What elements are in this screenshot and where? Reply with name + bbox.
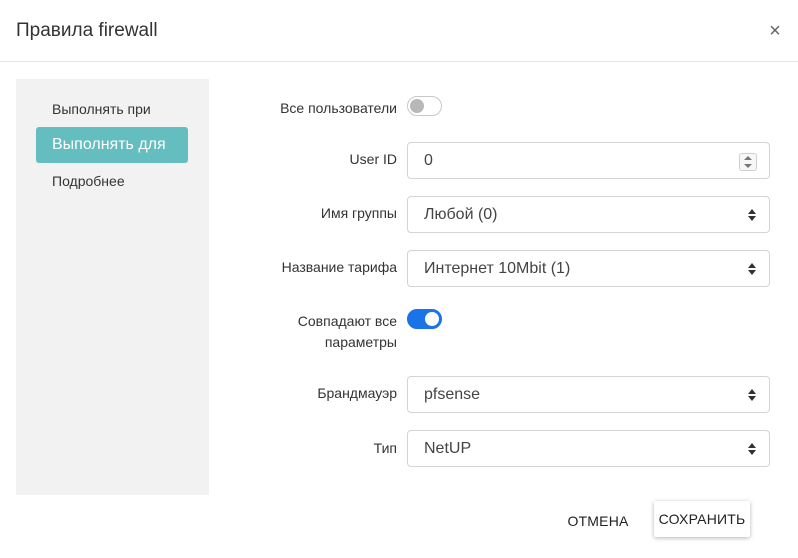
cancel-button[interactable]: ОТМЕНА [560, 503, 636, 539]
user-id-label: User ID [349, 151, 397, 167]
select-arrows-icon [747, 389, 757, 401]
select-arrows-icon [747, 263, 757, 275]
match-all-label-line1: Совпадают все [297, 313, 397, 329]
select-arrows-icon [747, 209, 757, 221]
tariff-name-select[interactable]: Интернет 10Mbit (1) [407, 250, 770, 287]
type-label: Тип [373, 440, 397, 456]
tariff-name-label: Название тарифа [281, 259, 397, 275]
sidebar-item-run-for[interactable]: Выполнять для [36, 127, 188, 163]
toggle-knob [410, 99, 424, 113]
sidebar-item-run-when[interactable]: Выполнять при [36, 91, 167, 127]
firewall-rules-dialog: Правила firewall × Выполнять при Выполня… [0, 0, 798, 558]
dialog-header: Правила firewall × [0, 0, 798, 62]
firewall-label: Брандмауэр [317, 385, 397, 401]
select-arrows-icon [747, 443, 757, 455]
type-value: NetUP [424, 440, 472, 457]
type-select[interactable]: NetUP [407, 430, 770, 467]
number-spinner-icon[interactable] [739, 153, 757, 171]
match-all-label-line2: параметры [324, 334, 397, 350]
tariff-name-value: Интернет 10Mbit (1) [424, 260, 571, 277]
match-all-toggle[interactable] [407, 309, 442, 329]
toggle-knob [425, 312, 439, 326]
save-button[interactable]: СОХРАНИТЬ [654, 501, 750, 537]
group-name-label: Имя группы [320, 205, 397, 221]
sidebar-item-details[interactable]: Подробнее [36, 163, 141, 199]
all-users-toggle[interactable] [407, 96, 442, 116]
user-id-input[interactable]: 0 [407, 142, 770, 179]
firewall-select[interactable]: pfsense [407, 376, 770, 413]
firewall-value: pfsense [424, 386, 481, 403]
close-icon[interactable]: × [765, 19, 785, 43]
group-name-select[interactable]: Любой (0) [407, 196, 770, 233]
user-id-value: 0 [424, 152, 433, 169]
dialog-title: Правила firewall [16, 20, 158, 41]
group-name-value: Любой (0) [424, 206, 498, 223]
sidebar: Выполнять при Выполнять для Подробнее [16, 79, 209, 495]
all-users-label: Все пользователи [280, 100, 397, 116]
